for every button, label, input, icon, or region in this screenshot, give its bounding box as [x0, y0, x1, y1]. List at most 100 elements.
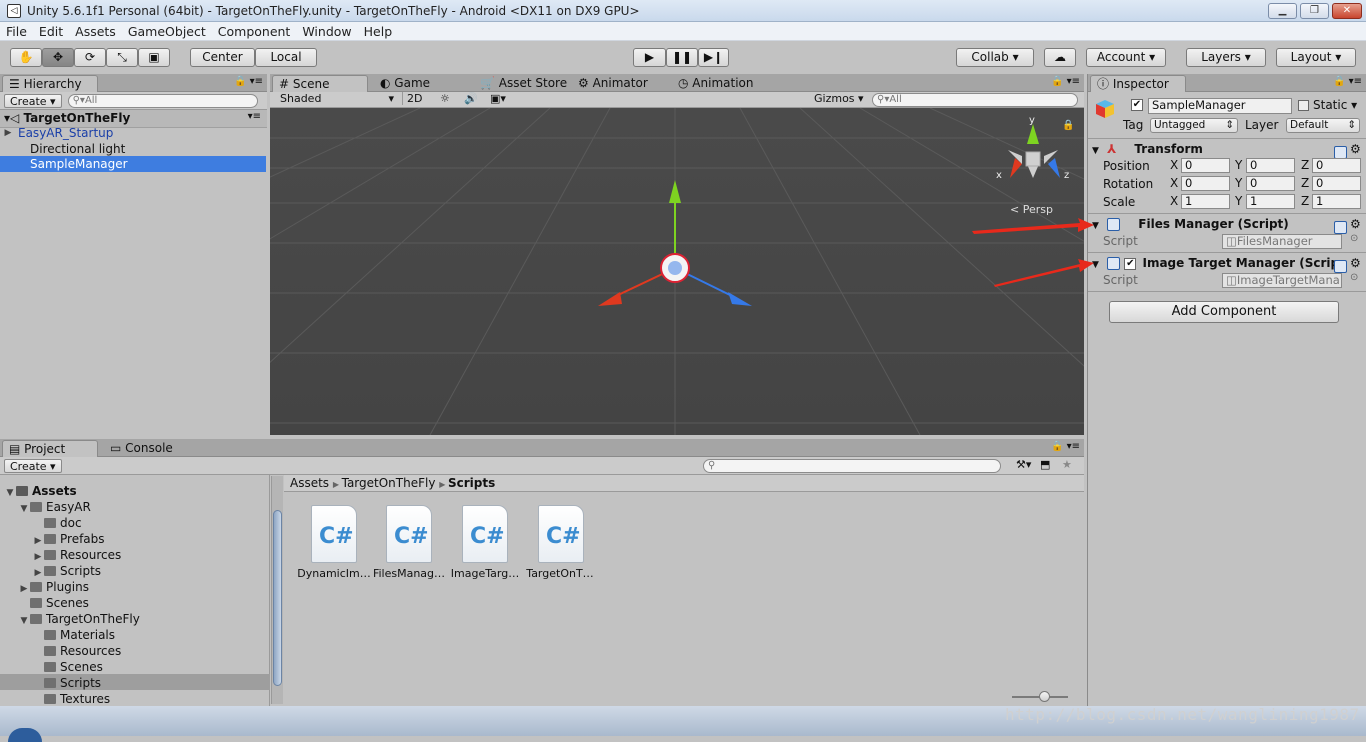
step-button-icon[interactable]: ▶❙ — [698, 48, 729, 67]
hierarchy-item-samplemanager[interactable]: SampleManager — [0, 156, 266, 172]
layers-dropdown[interactable]: Layers ▾ — [1186, 48, 1266, 67]
file-label-imagetarg[interactable]: ImageTarg… — [447, 567, 523, 580]
rotation-x-field[interactable]: 0 — [1181, 176, 1230, 191]
breadcrumb-targetonthefly[interactable]: TargetOnTheFly — [342, 476, 436, 490]
tree-item-resources[interactable]: Resources — [32, 643, 121, 659]
layout-dropdown[interactable]: Layout ▾ — [1276, 48, 1356, 67]
expand-arrow-icon[interactable]: ▶ — [2, 125, 14, 141]
panel-menu-icon[interactable]: 🔒 ▾≡ — [234, 76, 263, 87]
lighting-icon[interactable]: ☼ — [440, 92, 450, 105]
csharp-file-icon[interactable]: C# — [311, 505, 357, 563]
tab-animation[interactable]: ◷ Animation — [672, 75, 753, 92]
scale-x-field[interactable]: 1 — [1181, 194, 1230, 209]
gear-icon[interactable]: ⚙ — [1350, 254, 1361, 273]
tree-item-targetonthefly[interactable]: ▼ TargetOnTheFly — [18, 611, 140, 627]
shading-dropdown[interactable]: Shaded ▾ — [280, 92, 394, 105]
favorite-star-icon[interactable]: ★ — [1062, 458, 1072, 471]
viewport-lock-icon[interactable]: 🔒 — [1062, 119, 1074, 131]
menu-assets[interactable]: Assets — [69, 24, 122, 39]
scale-y-field[interactable]: 1 — [1246, 194, 1295, 209]
tab-console[interactable]: ▭ Console — [104, 440, 173, 457]
tab-project[interactable]: ▤ Project — [2, 440, 98, 457]
layer-dropdown[interactable]: Default ⇕ — [1286, 118, 1360, 133]
object-name-field[interactable]: SampleManager — [1148, 98, 1292, 114]
project-search-input[interactable]: ⚲ — [703, 459, 1001, 473]
static-checkbox[interactable] — [1298, 100, 1309, 111]
hand-tool-icon[interactable]: ✋ — [10, 48, 42, 67]
hierarchy-search-input[interactable]: ⚲▾All — [67, 93, 258, 108]
menu-file[interactable]: File — [0, 24, 33, 39]
tree-item-doc[interactable]: doc — [32, 515, 82, 531]
pause-button-icon[interactable]: ❚❚ — [666, 48, 698, 67]
rotation-y-field[interactable]: 0 — [1246, 176, 1295, 191]
pivot-local-button[interactable]: Local — [255, 48, 317, 67]
move-tool-icon[interactable]: ✥ — [42, 48, 74, 67]
csharp-file-icon[interactable]: C# — [462, 505, 508, 563]
tree-item-scripts-selected[interactable]: Scripts — [32, 675, 101, 691]
tree-scrollbar[interactable] — [271, 476, 283, 704]
file-label-filesmanag[interactable]: FilesManag… — [371, 567, 447, 580]
filter-type-icon[interactable]: ⚒▾ — [1016, 458, 1031, 471]
rect-tool-icon[interactable]: ▣ — [138, 48, 170, 67]
tree-item-resources[interactable]: ▶ Resources — [32, 547, 122, 563]
slider-thumb[interactable] — [1039, 691, 1050, 702]
gear-icon[interactable]: ⚙ — [1350, 215, 1361, 234]
object-picker-icon[interactable]: ⊙ — [1350, 272, 1358, 283]
scale-z-field[interactable]: 1 — [1312, 194, 1361, 209]
minimize-button[interactable]: ▁ — [1268, 3, 1297, 19]
effects-icon[interactable]: ▣▾ — [490, 92, 506, 105]
add-component-button[interactable]: Add Component — [1109, 301, 1339, 323]
tree-item-scripts[interactable]: ▶ Scripts — [32, 563, 102, 579]
file-label-dynamicim[interactable]: DynamicIm… — [296, 567, 372, 580]
active-checkbox[interactable]: ✔ — [1131, 99, 1143, 111]
rotate-tool-icon[interactable]: ⟳ — [74, 48, 106, 67]
expand-arrow-icon[interactable]: ▼ — [18, 613, 30, 629]
menu-gameobject[interactable]: GameObject — [122, 24, 212, 39]
tag-dropdown[interactable]: Untagged ⇕ — [1150, 118, 1238, 133]
tree-item-assets[interactable]: ▼ Assets — [4, 483, 77, 499]
position-x-field[interactable]: 0 — [1181, 158, 1230, 173]
expand-arrow-icon[interactable]: ▼ — [4, 485, 16, 501]
scene-menu-icon[interactable]: ▾≡ — [248, 111, 261, 122]
static-label[interactable]: Static ▾ — [1313, 98, 1357, 112]
image-target-manager-header[interactable]: ▼ ✔ Image Target Manager (Scrip ⚙ — [1088, 254, 1366, 273]
csharp-file-icon[interactable]: C# — [386, 505, 432, 563]
tab-asset-store[interactable]: 🛒 Asset Store — [474, 75, 567, 92]
project-create-button[interactable]: Create ▾ — [4, 458, 62, 473]
scene-viewport[interactable]: y x z < Persp 🔒 — [270, 108, 1084, 435]
tab-animator[interactable]: ⚙ Animator — [572, 75, 648, 92]
gear-icon[interactable]: ⚙ — [1350, 140, 1361, 159]
expand-arrow-icon[interactable]: ▼ — [18, 501, 30, 517]
menu-component[interactable]: Component — [212, 24, 297, 39]
image-target-manager-script-field[interactable]: ◫ImageTargetMana — [1222, 273, 1342, 288]
panel-menu-icon[interactable]: 🔒 ▾≡ — [1051, 76, 1080, 87]
panel-menu-icon[interactable]: 🔒 ▾≡ — [1333, 76, 1362, 87]
tab-hierarchy[interactable]: ☰ Hierarchy — [2, 75, 98, 92]
scale-tool-icon[interactable]: ⤡ — [106, 48, 138, 67]
hierarchy-item-directional-light[interactable]: Directional light — [30, 141, 125, 157]
tree-item-materials[interactable]: Materials — [32, 627, 115, 643]
tree-item-prefabs[interactable]: ▶ Prefabs — [32, 531, 105, 547]
menu-edit[interactable]: Edit — [33, 24, 69, 39]
close-button[interactable]: ✕ — [1332, 3, 1362, 19]
collab-dropdown[interactable]: Collab ▾ — [956, 48, 1034, 67]
position-z-field[interactable]: 0 — [1312, 158, 1361, 173]
audio-icon[interactable]: 🔊 — [464, 92, 478, 105]
menu-help[interactable]: Help — [358, 24, 399, 39]
csharp-file-icon[interactable]: C# — [538, 505, 584, 563]
menu-window[interactable]: Window — [296, 24, 357, 39]
tab-inspector[interactable]: ⓘ Inspector — [1090, 75, 1186, 92]
tree-item-plugins[interactable]: ▶ Plugins — [18, 579, 89, 595]
scrollbar-thumb[interactable] — [273, 510, 282, 686]
start-orb-icon[interactable] — [8, 728, 42, 742]
tree-item-scenes[interactable]: Scenes — [18, 595, 89, 611]
scene-search-input[interactable]: ⚲▾All — [872, 93, 1078, 107]
component-enabled-checkbox[interactable]: ✔ — [1124, 257, 1137, 270]
files-manager-header[interactable]: ▼ Files Manager (Script) ⚙ — [1088, 215, 1366, 234]
cloud-icon[interactable]: ☁ — [1044, 48, 1076, 67]
tree-item-scenes[interactable]: Scenes — [32, 659, 103, 675]
filter-label-icon[interactable]: ⬒ — [1040, 458, 1050, 471]
tab-scene[interactable]: # Scene — [272, 75, 368, 92]
maximize-button[interactable]: ❐ — [1300, 3, 1329, 19]
breadcrumb-assets[interactable]: Assets — [290, 476, 329, 490]
